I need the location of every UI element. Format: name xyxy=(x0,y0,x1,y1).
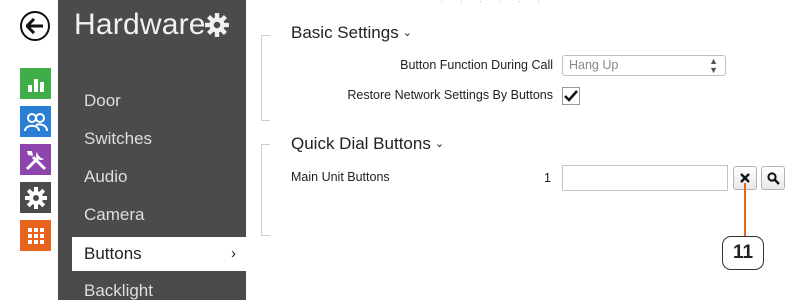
restore-network-label: Restore Network Settings By Buttons xyxy=(347,88,553,102)
directory-users-icon[interactable] xyxy=(20,106,51,137)
main-unit-buttons-label: Main Unit Buttons xyxy=(291,170,390,184)
section-bracket xyxy=(261,144,270,236)
button-function-select[interactable]: Hang Up ▲ ▼ xyxy=(562,55,726,76)
select-value: Hang Up xyxy=(569,58,619,72)
chevron-down-icon: ⌄ xyxy=(402,27,412,39)
quick-dial-title[interactable]: Quick Dial Buttons ⌄ xyxy=(291,134,444,154)
section-bracket xyxy=(261,35,270,121)
row-number: 1 xyxy=(544,171,551,185)
sidebar-item-label: Backlight xyxy=(84,281,153,300)
select-arrows-icon: ▲ ▼ xyxy=(709,56,718,75)
callout-badge: 11 xyxy=(722,236,764,270)
quick-dial-input[interactable] xyxy=(562,165,728,191)
sidebar-item-label: Audio xyxy=(84,167,128,186)
button-function-label: Button Function During Call xyxy=(400,58,553,72)
sidebar-item-switches[interactable]: Switches xyxy=(72,122,246,156)
chevron-right-icon: › xyxy=(231,245,236,262)
chevron-down-icon: ⌄ xyxy=(434,138,445,150)
search-button[interactable] xyxy=(761,166,785,190)
close-icon xyxy=(740,173,750,183)
icon-rail xyxy=(0,0,58,300)
system-grid-icon[interactable] xyxy=(20,220,51,251)
sidebar-item-buttons[interactable]: Buttons › xyxy=(72,237,246,271)
sidebar-item-label: Door xyxy=(84,91,121,110)
basic-settings-title[interactable]: Basic Settings ⌄ xyxy=(291,23,412,43)
hardware-gear-icon[interactable] xyxy=(20,182,51,213)
sidebar-item-camera[interactable]: Camera xyxy=(72,198,246,232)
sidebar-item-label: Camera xyxy=(84,205,145,224)
sidebar-item-door[interactable]: Door xyxy=(72,84,246,118)
section-title-text: Basic Settings xyxy=(291,23,399,42)
back-arrow-icon[interactable] xyxy=(20,11,50,41)
sidebar-title: Hardware xyxy=(74,8,206,41)
status-chart-icon[interactable] xyxy=(20,68,51,99)
sidebar: Hardware Door Switches Audio Camera Butt… xyxy=(58,0,246,300)
sidebar-item-backlight[interactable]: Backlight xyxy=(72,274,246,308)
sidebar-item-label: Buttons xyxy=(84,244,142,263)
gear-icon xyxy=(204,12,230,43)
callout-line xyxy=(744,183,746,238)
search-icon xyxy=(766,171,780,185)
sidebar-item-audio[interactable]: Audio xyxy=(72,160,246,194)
section-title-text: Quick Dial Buttons xyxy=(291,134,431,153)
restore-network-checkbox[interactable] xyxy=(562,87,580,105)
cropped-header-remnant: · · · · · · xyxy=(440,0,547,8)
sidebar-item-label: Switches xyxy=(84,129,153,148)
checkmark-icon xyxy=(564,90,578,102)
services-tools-icon[interactable] xyxy=(20,144,51,175)
